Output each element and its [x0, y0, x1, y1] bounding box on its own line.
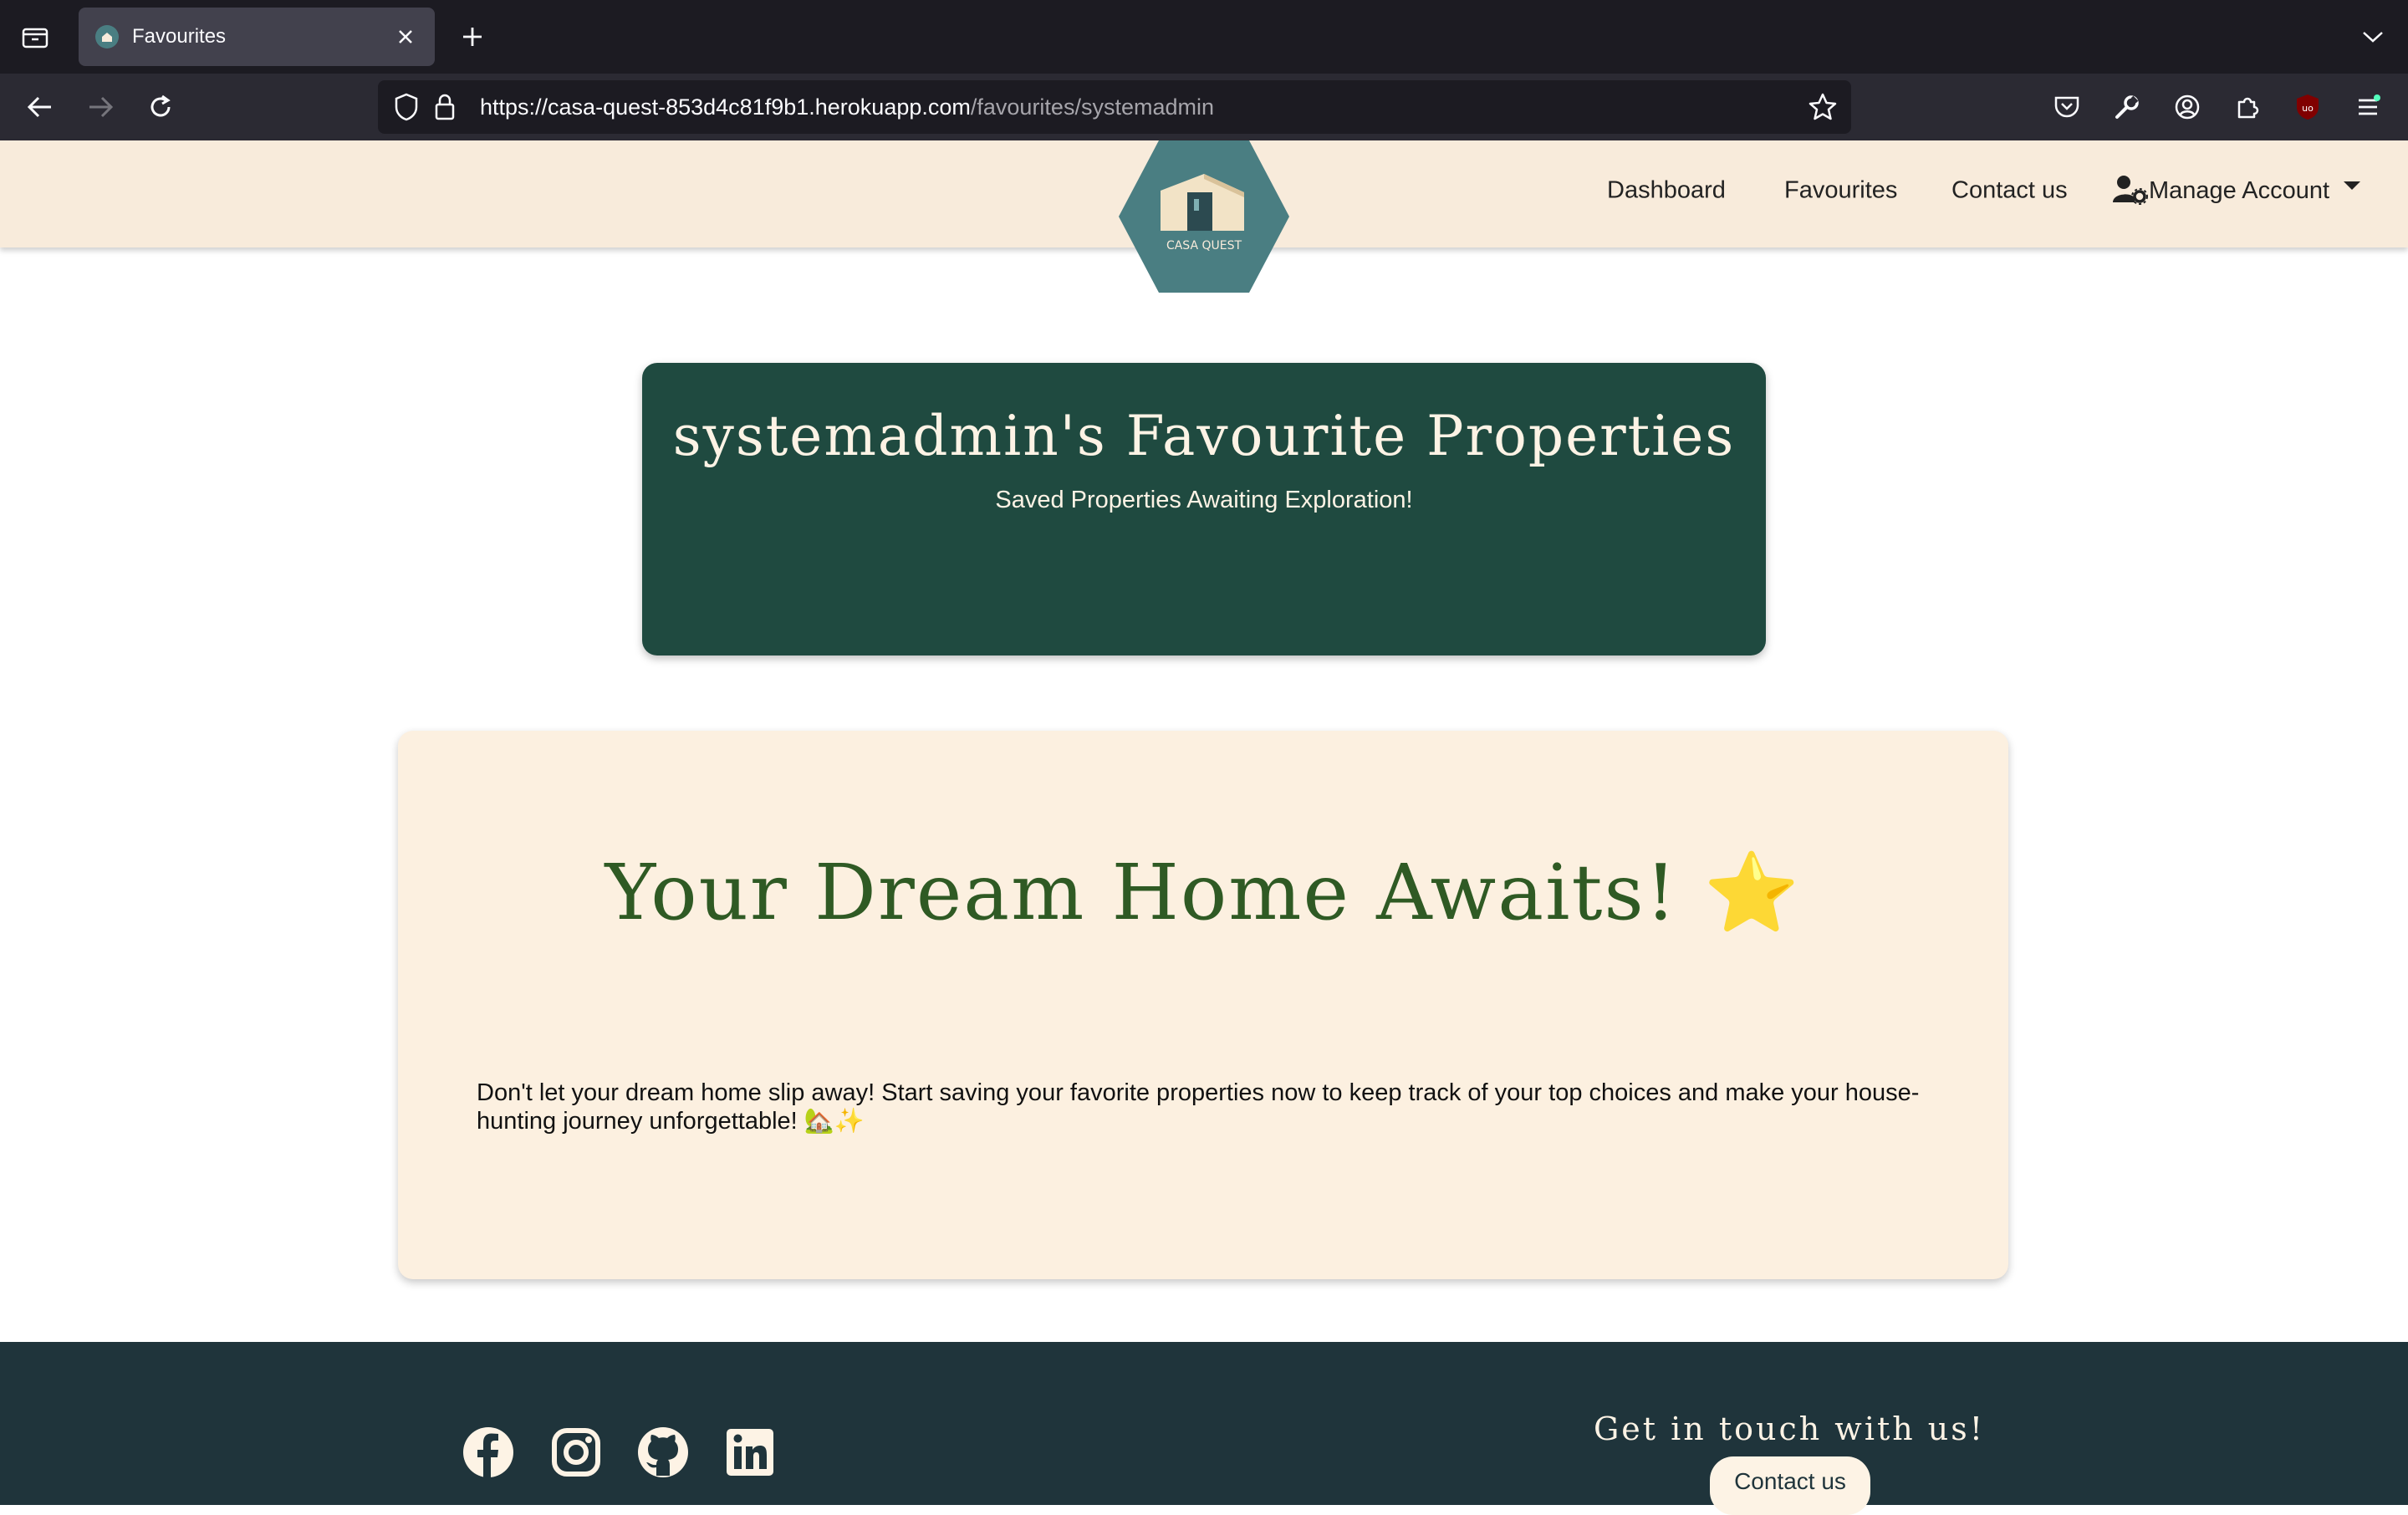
footer-heading: Get in touch with us! — [1593, 1410, 1986, 1447]
caret-down-icon — [2344, 181, 2361, 190]
nav-link-dashboard[interactable]: Dashboard — [1607, 177, 1726, 205]
empty-state-title: Your Dream Home Awaits! ⭐ — [605, 848, 1802, 937]
casa-quest-logo[interactable]: CASA QUEST — [1119, 140, 1289, 293]
forward-arrow-icon[interactable] — [77, 84, 124, 130]
manage-account-label: Manage Account — [2149, 176, 2330, 204]
facebook-icon[interactable] — [462, 1426, 515, 1479]
github-icon[interactable] — [636, 1426, 690, 1479]
page-title: systemadmin's Favourite Properties — [672, 404, 1736, 468]
chevron-down-icon[interactable] — [2356, 20, 2390, 54]
footer-contact-button[interactable]: Contact us — [1710, 1456, 1870, 1515]
new-tab-icon[interactable] — [443, 8, 502, 66]
user-gear-icon — [2113, 176, 2148, 205]
tab-overview-icon[interactable] — [0, 0, 70, 74]
linkedin-icon[interactable] — [723, 1426, 777, 1479]
nav-link-favourites[interactable]: Favourites — [1784, 177, 1897, 205]
shield-icon[interactable] — [393, 92, 420, 126]
page-subtitle: Saved Properties Awaiting Exploration! — [995, 487, 1413, 513]
ublock-origin-icon[interactable]: uo — [2288, 87, 2328, 127]
empty-state-message: Don't let your dream home slip away! Sta… — [477, 1079, 1920, 1135]
instagram-icon[interactable] — [549, 1426, 603, 1479]
url-host: https://casa-quest-853d4c81f9b1.herokuap… — [480, 94, 971, 120]
logo-text: CASA QUEST — [1166, 239, 1242, 252]
manage-account-dropdown[interactable]: Manage Account — [2112, 174, 2361, 207]
browser-tab-bar: Favourites — [0, 0, 2408, 74]
lock-icon[interactable] — [433, 92, 457, 126]
address-bar[interactable]: https://casa-quest-853d4c81f9b1.herokuap… — [378, 80, 1851, 134]
extensions-puzzle-icon[interactable] — [2227, 87, 2268, 127]
app-menu-icon[interactable] — [2348, 87, 2388, 127]
close-tab-icon[interactable] — [391, 23, 420, 51]
url-path: /favourites/systemadmin — [970, 94, 1214, 120]
bookmark-star-icon[interactable] — [1808, 92, 1838, 126]
url-text: https://casa-quest-853d4c81f9b1.herokuap… — [480, 94, 1214, 120]
browser-tab[interactable]: Favourites — [79, 8, 435, 66]
svg-text:uo: uo — [2302, 103, 2314, 114]
site-footer: Get in touch with us! Contact us — [0, 1342, 2408, 1515]
browser-nav-bar: https://casa-quest-853d4c81f9b1.herokuap… — [0, 74, 2408, 140]
account-icon[interactable] — [2167, 87, 2207, 127]
site-favicon-icon — [95, 25, 119, 48]
reload-icon[interactable] — [137, 84, 184, 130]
pocket-icon[interactable] — [2047, 87, 2087, 127]
favourites-hero: systemadmin's Favourite Properties Saved… — [642, 363, 1766, 655]
empty-favourites-card: Your Dream Home Awaits! ⭐ Don't let your… — [398, 731, 2008, 1279]
nav-link-contact[interactable]: Contact us — [1951, 177, 2068, 205]
wrench-icon[interactable] — [2107, 87, 2147, 127]
back-arrow-icon[interactable] — [17, 84, 64, 130]
tab-title: Favourites — [132, 25, 227, 48]
